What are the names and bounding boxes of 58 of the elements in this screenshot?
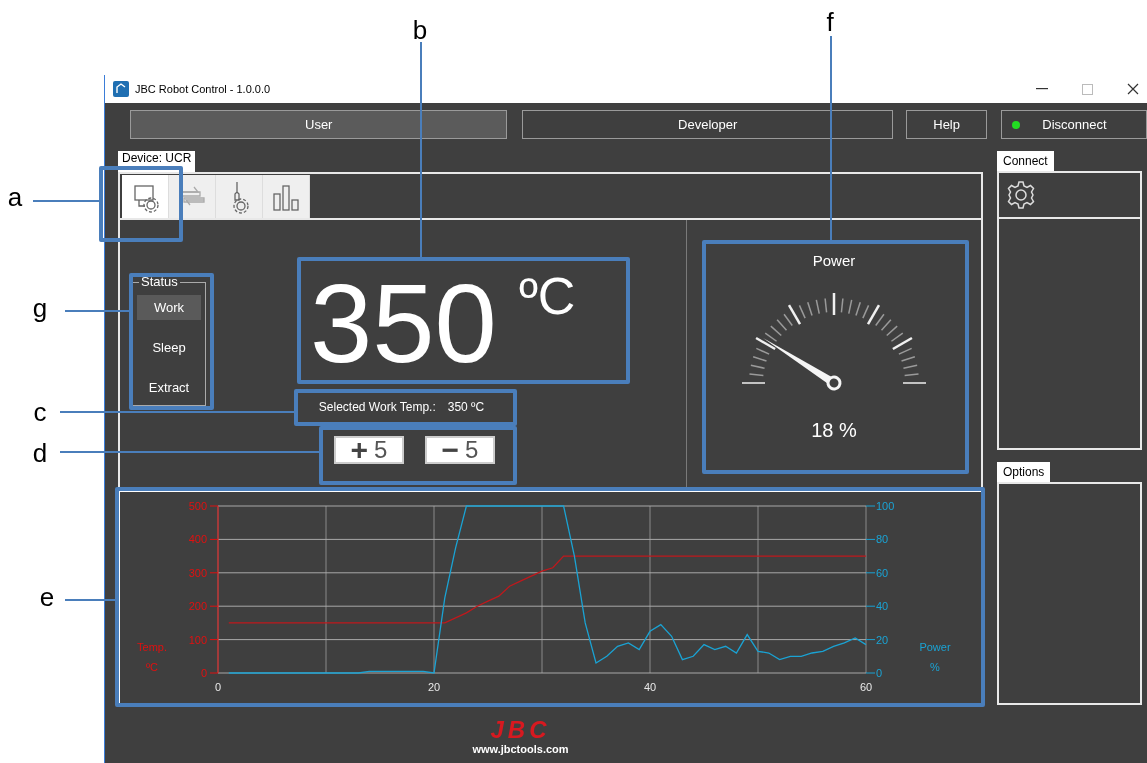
settings-icon[interactable]	[1005, 179, 1037, 211]
axis-tick-label: 0	[200, 667, 207, 679]
callout-letter: g	[32, 295, 48, 321]
axis-tick-label: 60	[859, 681, 873, 693]
leader-line	[65, 599, 115, 601]
axis-tick-label: 100	[188, 633, 207, 646]
status-option[interactable]: Work	[137, 295, 201, 320]
callout-letter: c	[33, 399, 47, 425]
nav-button[interactable]: Help	[906, 110, 988, 139]
selected-temp-value: 350 ºC	[447, 399, 485, 416]
axis-tick-label: 80	[876, 533, 889, 546]
axis-tick-label: 200	[188, 600, 207, 613]
axis-tick-label: 400	[188, 533, 207, 546]
callout-letter: f	[826, 9, 834, 35]
connect-tab[interactable]: Connect	[997, 151, 1054, 171]
axis-tick-label: 0	[214, 681, 222, 693]
axis-label: Temp.	[137, 641, 167, 653]
icon-tab[interactable]	[169, 175, 216, 218]
callout-letter: d	[32, 440, 48, 466]
nav-button[interactable]: User	[130, 110, 508, 139]
icon-tab[interactable]	[263, 175, 310, 218]
close-icon[interactable]	[1127, 83, 1139, 95]
website-url: www.jbctools.com	[472, 742, 569, 757]
axis-tick-label: 20	[427, 681, 441, 693]
callout-letter: a	[7, 184, 23, 210]
step-button[interactable]: − 5	[425, 436, 495, 464]
temperature-value: 350	[310, 268, 497, 380]
leader-line	[33, 200, 99, 202]
icon-tab[interactable]	[216, 175, 263, 218]
nav-button[interactable]: Developer	[522, 110, 893, 139]
status-option[interactable]: Extract	[137, 375, 201, 400]
temperature-unit: ºC	[518, 270, 576, 322]
axis-tick-label: 40	[876, 600, 889, 613]
window-title: JBC Robot Control - 1.0.0.0	[135, 81, 271, 97]
icon-tab[interactable]	[122, 175, 169, 218]
axis-label: %	[930, 661, 940, 673]
minimize-icon[interactable]	[1036, 88, 1048, 90]
axis-tick-label: 40	[643, 681, 657, 693]
options-tab[interactable]: Options	[997, 462, 1051, 482]
leader-line	[65, 310, 129, 312]
axis-label: ºC	[146, 661, 158, 673]
status-option[interactable]: Sleep	[137, 335, 201, 360]
app-icon	[113, 81, 129, 97]
axis-tick-label: 100	[876, 500, 895, 512]
brand-logo: JBC	[490, 719, 551, 741]
axis-label: Power	[919, 641, 951, 653]
gauge-title: Power	[812, 251, 856, 271]
callout-letter: e	[39, 584, 55, 610]
axis-tick-label: 500	[188, 500, 207, 512]
step-button[interactable]: + 5	[334, 436, 404, 464]
axis-tick-label: 0	[876, 667, 883, 679]
callout-letter: b	[412, 17, 428, 43]
axis-tick-label: 300	[188, 566, 207, 579]
selected-temp-label: Selected Work Temp.:	[318, 399, 436, 416]
axis-tick-label: 60	[876, 566, 889, 579]
axis-tick-label: 20	[876, 633, 889, 646]
disconnect-button[interactable]: Disconnect	[1001, 110, 1147, 139]
gauge-reading: 18 %	[811, 417, 857, 443]
